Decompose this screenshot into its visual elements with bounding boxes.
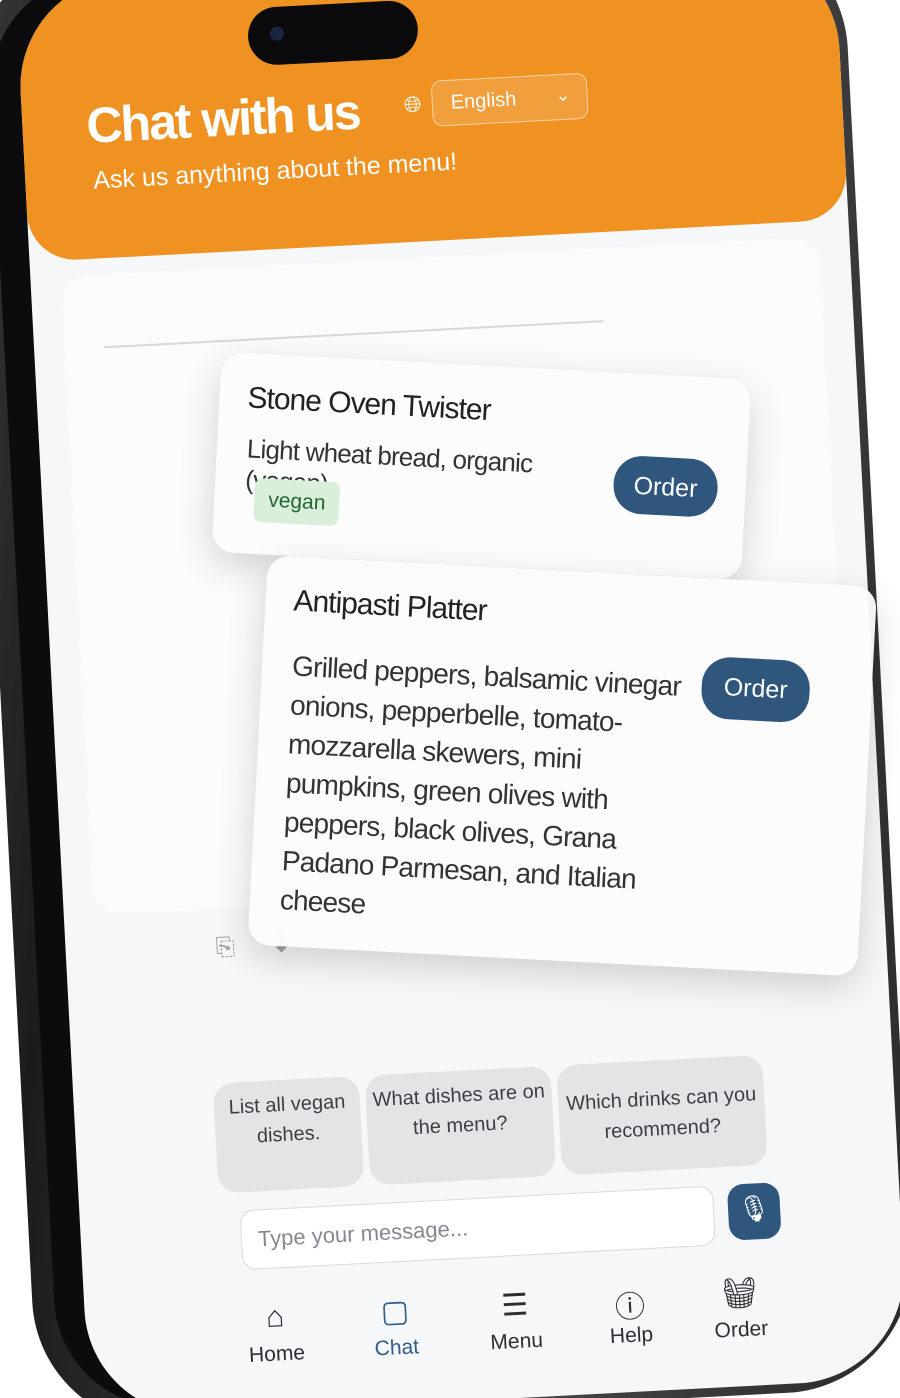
dish-description: Grilled peppers, balsamic vinegar onions… (279, 650, 682, 920)
order-button[interactable]: Order (700, 655, 812, 724)
nav-item-menu[interactable]: ☰ Menu (464, 1286, 567, 1357)
menu-card: Antipasti Platter Grilled peppers, balsa… (247, 555, 878, 977)
bottom-nav: ⌂ Home ▢ Chat ☰ Menu ⓘ Help 🧺︎ Order (234, 1273, 798, 1392)
nav-item-help[interactable]: ⓘ Help (579, 1279, 682, 1350)
microphone-icon: 🎙︎ (736, 1192, 772, 1225)
stage: Chat with us Ask us anything about the m… (0, 0, 900, 1398)
globe-icon: 🌐︎ (403, 91, 423, 118)
vegan-tag: vegan (253, 477, 341, 527)
copy-icon[interactable]: ⎘ (215, 933, 236, 962)
message-divider (104, 320, 604, 349)
help-circle-icon: ⓘ (614, 1290, 646, 1325)
language-select[interactable]: English ⌄ (430, 72, 589, 127)
nav-item-chat[interactable]: ▢ Chat (344, 1292, 447, 1363)
page-title: Chat with us (85, 83, 361, 154)
menu-book-icon: ☰ (500, 1288, 530, 1323)
nav-item-order[interactable]: 🧺︎ Order (689, 1274, 792, 1345)
nav-item-label: Help (609, 1322, 654, 1349)
order-button[interactable]: Order (612, 454, 720, 519)
nav-item-home[interactable]: ⌂ Home (224, 1298, 327, 1369)
suggestion-chips: List all vegan dishes. What dishes are o… (212, 1053, 798, 1194)
nav-item-label: Home (248, 1341, 306, 1368)
message-input[interactable]: Type your message... (239, 1185, 716, 1271)
chat-header: Chat with us Ask us anything about the m… (14, 0, 849, 263)
suggestion-chip[interactable]: Which drinks can you recommend? (556, 1054, 768, 1176)
chat-icon: ▢ (379, 1294, 410, 1330)
dish-name: Antipasti Platter (292, 584, 488, 628)
language-select-value: English (450, 88, 517, 114)
menu-card: Stone Oven Twister Light wheat bread, or… (211, 352, 752, 580)
nav-item-label: Chat (374, 1335, 420, 1361)
suggestion-chip[interactable]: List all vegan dishes. (212, 1075, 365, 1194)
basket-icon: 🧺︎ (719, 1276, 760, 1312)
page-subtitle: Ask us anything about the menu! (92, 147, 458, 195)
home-icon: ⌂ (265, 1300, 286, 1335)
suggestion-chip[interactable]: What dishes are on the menu? (364, 1065, 557, 1186)
nav-item-label: Menu (489, 1328, 544, 1355)
dynamic-island (246, 0, 420, 67)
chevron-down-icon: ⌄ (554, 84, 572, 106)
camera-icon (269, 26, 285, 42)
microphone-button[interactable]: 🎙︎ (726, 1182, 782, 1241)
dish-name: Stone Oven Twister (246, 381, 492, 428)
nav-item-label: Order (713, 1316, 769, 1343)
